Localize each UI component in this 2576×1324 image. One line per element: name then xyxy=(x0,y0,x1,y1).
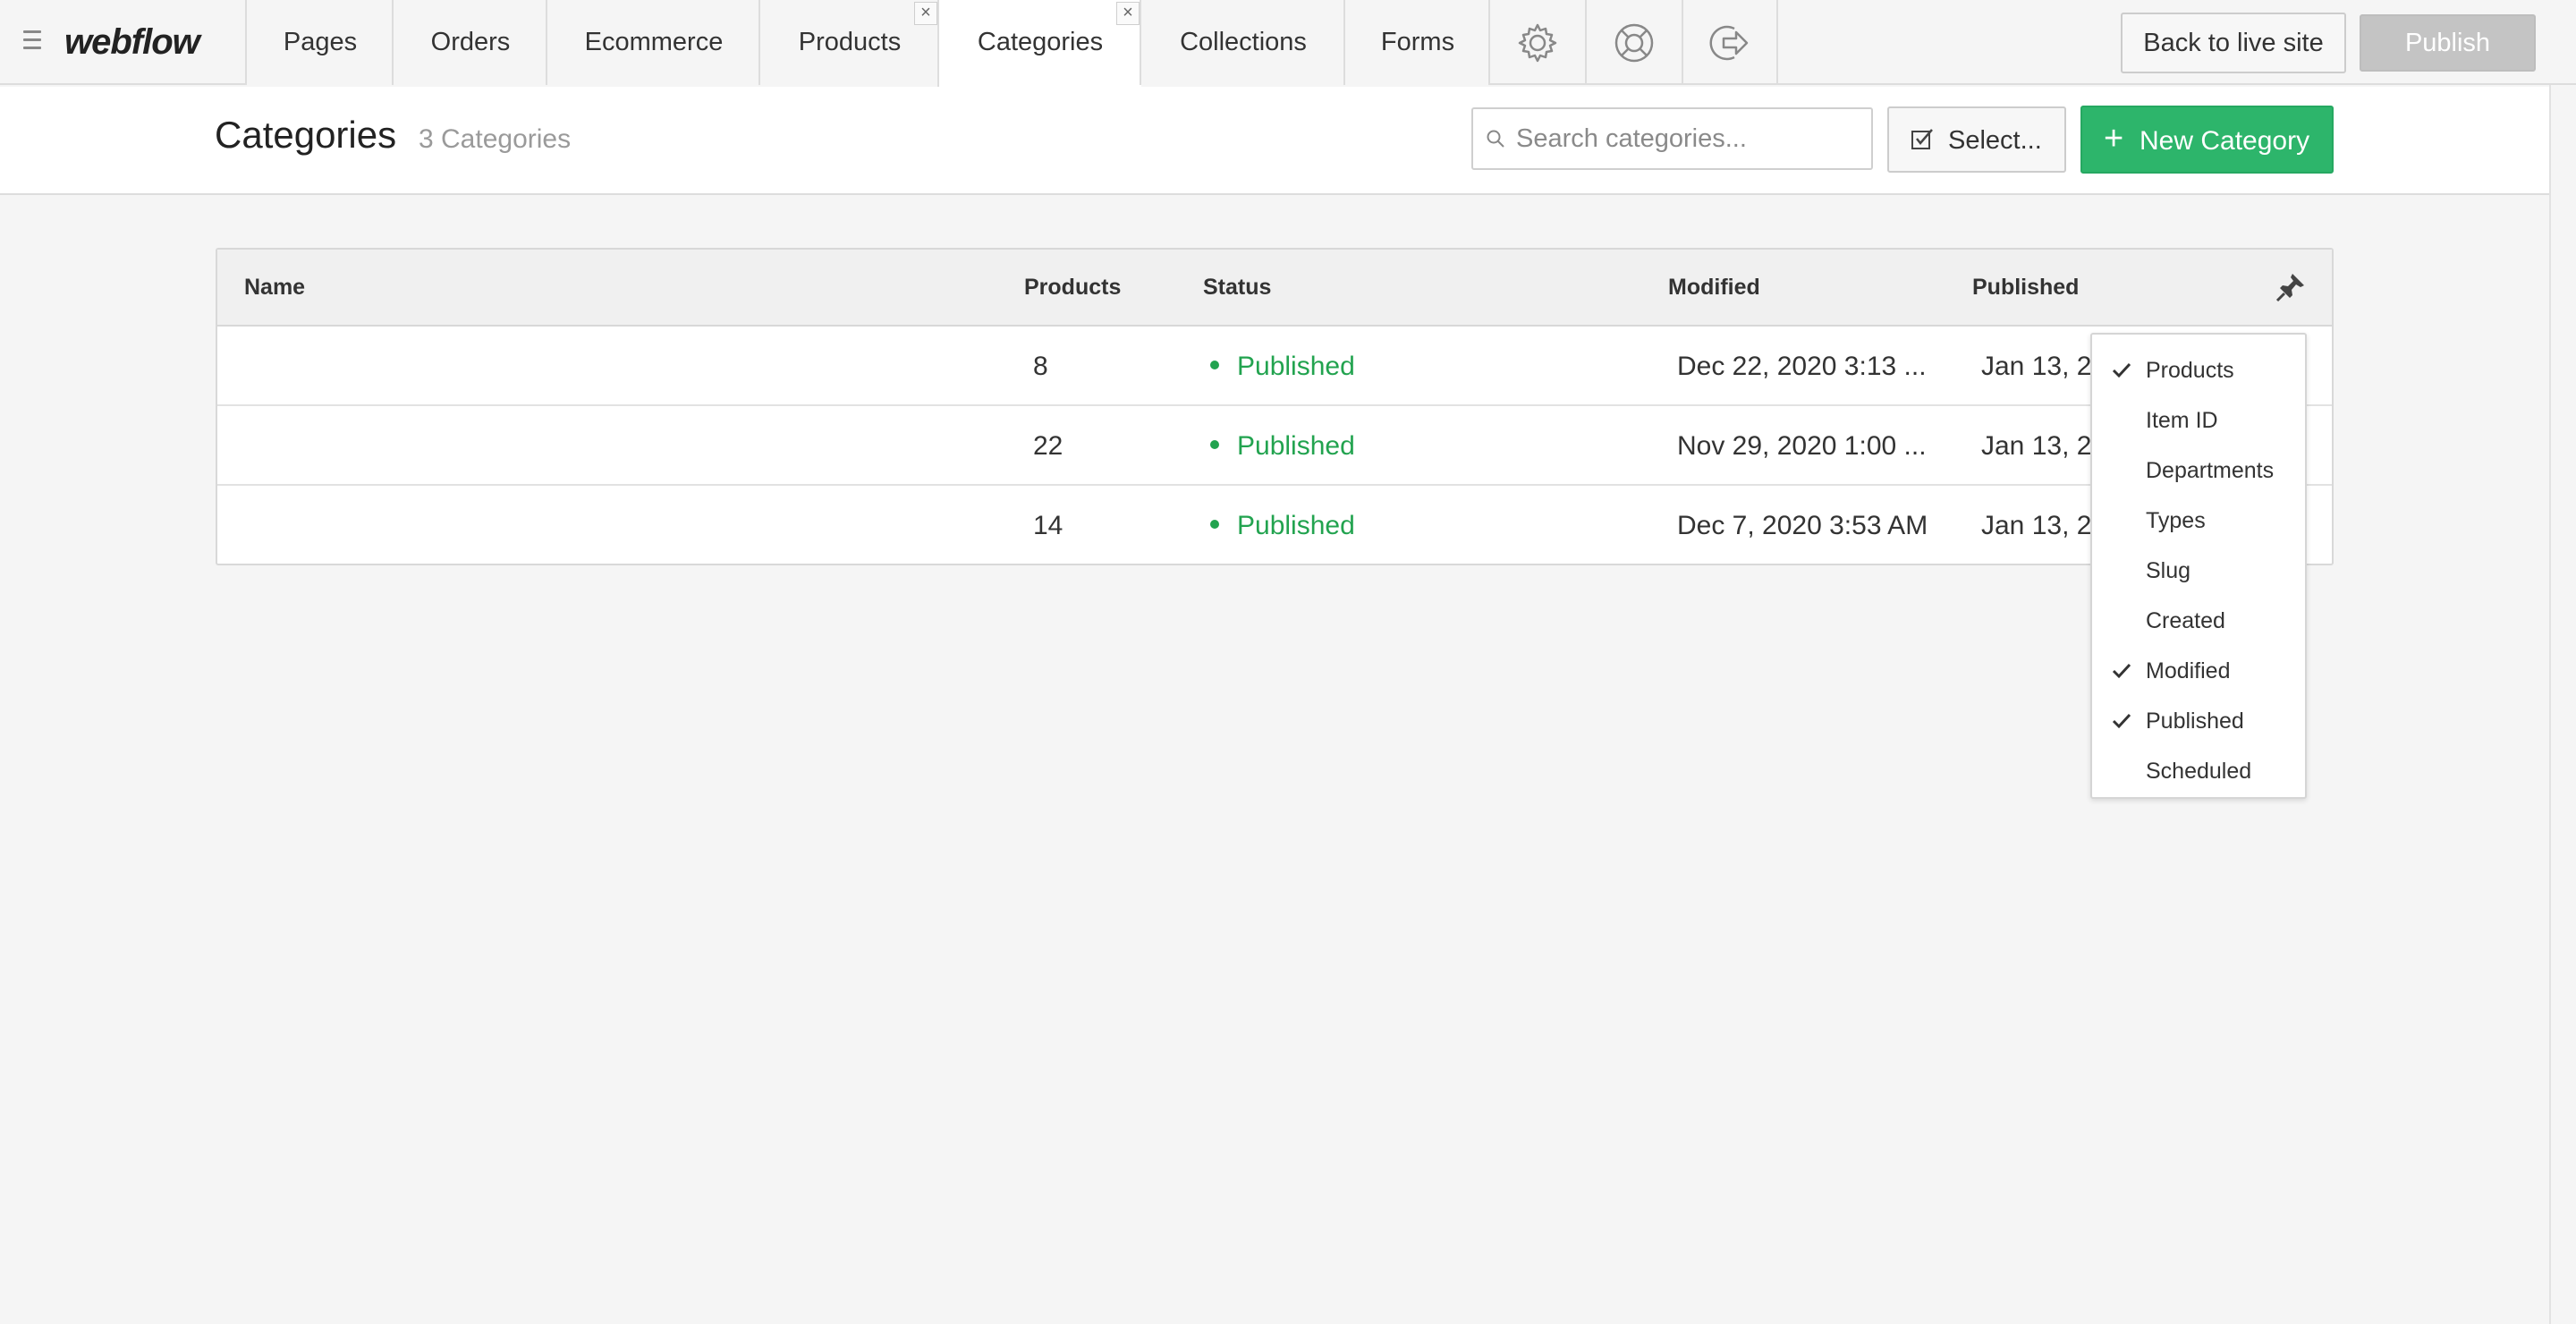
menu-item-label: Slug xyxy=(2146,558,2191,583)
plus-icon: + xyxy=(2104,120,2124,157)
tab-label: Forms xyxy=(1380,28,1455,56)
menu-item-item-id[interactable]: Item ID xyxy=(2092,395,2305,446)
tab-forms[interactable]: Forms xyxy=(1343,0,1490,85)
menu-item-scheduled[interactable]: Scheduled xyxy=(2092,746,2305,796)
webflow-logo[interactable]: webflow xyxy=(64,16,200,68)
tab-label: Pages xyxy=(283,28,358,56)
cell-modified: Nov 29, 2020 1:00 ... xyxy=(1677,431,1927,461)
pin-icon[interactable] xyxy=(2275,271,2307,308)
cell-products: 14 xyxy=(1033,511,1063,540)
new-category-label: New Category xyxy=(2140,126,2310,156)
status-badge: Published xyxy=(1210,511,1355,541)
tab-ecommerce[interactable]: Ecommerce xyxy=(546,0,760,85)
select-label: Select... xyxy=(1948,126,2042,155)
cell-modified: Dec 7, 2020 3:53 AM xyxy=(1677,511,1928,540)
menu-item-modified[interactable]: Modified xyxy=(2092,646,2305,696)
menu-icon[interactable] xyxy=(23,30,45,54)
publish-button[interactable]: Publish xyxy=(2360,14,2536,72)
check-icon xyxy=(2112,663,2131,679)
menu-item-departments[interactable]: Departments xyxy=(2092,446,2305,496)
menu-item-types[interactable]: Types xyxy=(2092,496,2305,546)
status-dot xyxy=(1210,361,1219,370)
tab-orders[interactable]: Orders xyxy=(392,0,547,85)
item-count: 3 Categories xyxy=(419,124,572,154)
tab-label: Ecommerce xyxy=(584,28,724,56)
menu-item-label: Scheduled xyxy=(2146,759,2252,784)
top-nav-bar: webflow Pages Orders Ecommerce Products … xyxy=(0,0,2576,87)
right-edge-panel xyxy=(2549,85,2576,1324)
page-title: Categories xyxy=(215,114,397,156)
tab-label: Collections xyxy=(1180,28,1307,56)
logout-icon[interactable] xyxy=(1682,0,1778,85)
status-badge: Published xyxy=(1210,431,1355,462)
back-to-live-site-button[interactable]: Back to live site xyxy=(2121,13,2346,73)
table-row[interactable]: 22 Published Nov 29, 2020 1:00 ... Jan 1… xyxy=(217,406,2332,486)
check-icon xyxy=(2112,713,2131,729)
menu-item-label: Created xyxy=(2146,608,2225,633)
search-icon xyxy=(1487,130,1504,148)
status-label: Published xyxy=(1237,352,1355,381)
cell-published: Jan 13, 20 xyxy=(1981,511,2107,540)
menu-item-label: Item ID xyxy=(2146,408,2218,433)
tab-label: Products xyxy=(798,28,902,56)
help-lifebuoy-icon[interactable] xyxy=(1585,0,1682,85)
tab-products[interactable]: Products × xyxy=(758,0,939,85)
menu-item-published[interactable]: Published xyxy=(2092,696,2305,746)
menu-item-label: Modified xyxy=(2146,658,2231,683)
cell-products: 22 xyxy=(1033,431,1063,461)
column-visibility-menu: Products Item ID Departments Types Slug … xyxy=(2090,333,2307,799)
column-header-modified[interactable]: Modified xyxy=(1668,275,1760,301)
menu-item-slug[interactable]: Slug xyxy=(2092,546,2305,596)
status-label: Published xyxy=(1237,431,1355,461)
page-header: Categories 3 Categories Select... + New … xyxy=(0,87,2549,195)
cell-published: Jan 13, 20 xyxy=(1981,431,2107,461)
cell-modified: Dec 22, 2020 3:13 ... xyxy=(1677,352,1927,381)
cell-published: Jan 13, 20 xyxy=(1981,352,2107,381)
status-dot xyxy=(1210,440,1219,450)
new-category-button[interactable]: + New Category xyxy=(2080,106,2334,174)
menu-item-label: Departments xyxy=(2146,458,2275,483)
search-input[interactable] xyxy=(1516,118,1865,159)
table-row[interactable]: 14 Published Dec 7, 2020 3:53 AM Jan 13,… xyxy=(217,486,2332,565)
tab-collections[interactable]: Collections xyxy=(1140,0,1345,85)
menu-item-label: Published xyxy=(2146,709,2244,734)
tab-pages[interactable]: Pages xyxy=(245,0,394,85)
column-header-name[interactable]: Name xyxy=(244,275,305,301)
tab-categories[interactable]: Categories × xyxy=(937,0,1141,87)
column-header-status[interactable]: Status xyxy=(1203,275,1271,301)
status-label: Published xyxy=(1237,511,1355,540)
tab-label: Categories xyxy=(977,28,1104,56)
check-icon xyxy=(2112,362,2131,378)
close-tab-icon[interactable]: × xyxy=(914,2,937,25)
close-tab-icon[interactable]: × xyxy=(1116,2,1140,25)
table-row[interactable]: 8 Published Dec 22, 2020 3:13 ... Jan 13… xyxy=(217,327,2332,406)
menu-item-label: Products xyxy=(2146,358,2234,383)
column-header-products[interactable]: Products xyxy=(1024,275,1121,301)
search-box[interactable] xyxy=(1471,107,1873,170)
select-button[interactable]: Select... xyxy=(1887,106,2066,173)
menu-item-created[interactable]: Created xyxy=(2092,596,2305,646)
column-header-published[interactable]: Published xyxy=(1972,275,2079,301)
checkbox-icon xyxy=(1911,129,1933,149)
cell-products: 8 xyxy=(1033,352,1048,381)
categories-table: Name Products Status Modified Published … xyxy=(216,248,2334,565)
table-header: Name Products Status Modified Published xyxy=(217,250,2332,327)
gear-icon[interactable] xyxy=(1488,0,1585,85)
menu-item-label: Types xyxy=(2146,508,2206,533)
status-badge: Published xyxy=(1210,352,1355,382)
menu-item-products[interactable]: Products xyxy=(2092,345,2305,395)
tab-label: Orders xyxy=(430,28,511,56)
status-dot xyxy=(1210,520,1219,530)
